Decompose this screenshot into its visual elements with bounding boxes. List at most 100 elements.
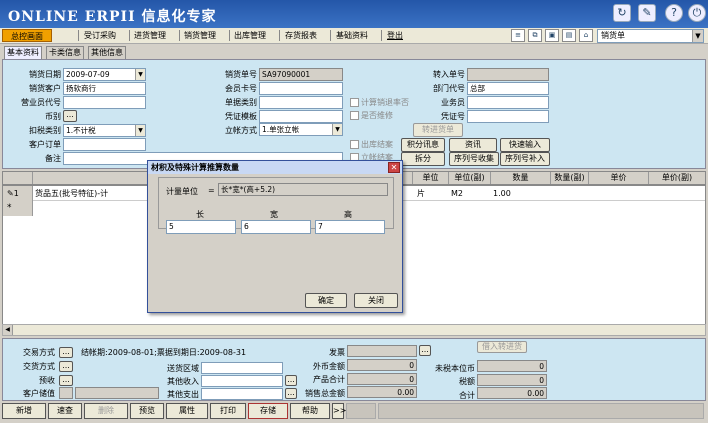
menu-separator bbox=[78, 30, 79, 41]
menu-sales[interactable]: 销货管理 bbox=[184, 29, 216, 42]
account-method-value: 1.单张立帐 bbox=[262, 125, 300, 134]
dialog-close-button[interactable]: 关闭 bbox=[354, 293, 398, 308]
menu-basic-data[interactable]: 基础资料 bbox=[336, 29, 368, 42]
menu-inventory-report[interactable]: 存货报表 bbox=[285, 29, 317, 42]
new-button[interactable]: 新增 bbox=[2, 403, 46, 419]
serial-add-button[interactable]: 序列号补入 bbox=[500, 152, 550, 166]
outbound-end-checkbox[interactable] bbox=[350, 140, 359, 149]
dept-field[interactable]: 总部 bbox=[467, 82, 549, 95]
power-icon[interactable]: ⏻ bbox=[688, 4, 706, 22]
serial-collect-button[interactable]: 序列号收集 bbox=[449, 152, 499, 166]
voucher-template-field[interactable] bbox=[259, 110, 343, 123]
home-icon[interactable]: ⌂ bbox=[579, 29, 593, 42]
tax-type-select[interactable]: 1.不计税 ▼ bbox=[63, 124, 146, 137]
col-unit2[interactable]: 单位(副) bbox=[449, 172, 491, 184]
chevron-down-icon[interactable]: ▼ bbox=[332, 124, 342, 135]
tab-other[interactable]: 其他信息 bbox=[88, 46, 126, 59]
save-button[interactable]: 存储 bbox=[248, 403, 288, 419]
col-price[interactable]: 单价 bbox=[589, 172, 649, 184]
region-field[interactable] bbox=[201, 362, 283, 374]
document-icon[interactable]: ▤ bbox=[562, 29, 576, 42]
voucher-no-field[interactable] bbox=[467, 110, 549, 123]
dialog-title: 材积及特殊计算推算数量 bbox=[148, 161, 402, 174]
other-income-label: 其他收入 bbox=[167, 377, 199, 386]
close-icon[interactable]: ✕ bbox=[388, 162, 400, 173]
staff-field[interactable] bbox=[467, 96, 549, 109]
refresh-icon[interactable]: ↻ bbox=[613, 4, 631, 22]
window-icon[interactable]: ▣ bbox=[545, 29, 559, 42]
other-expense-picker[interactable]: ... bbox=[285, 388, 297, 399]
split-button[interactable]: 拆分 bbox=[401, 152, 445, 166]
delivery-picker-button[interactable]: ... bbox=[59, 361, 73, 372]
fc-amount-label: 外币金额 bbox=[313, 362, 345, 371]
refund-rate-checkbox[interactable] bbox=[350, 98, 359, 107]
transfer-in-button[interactable]: 转进货单 bbox=[413, 123, 463, 137]
col-unit[interactable]: 单位 bbox=[413, 172, 449, 184]
quick-search-button[interactable]: 速查 bbox=[48, 403, 82, 419]
menu-orders[interactable]: 受订采购 bbox=[84, 29, 116, 42]
col-qty[interactable]: 数量 bbox=[491, 172, 551, 184]
tab-basic[interactable]: 基本资料 bbox=[4, 46, 42, 60]
cell-product[interactable]: 货品五(批号特征)-计 bbox=[35, 186, 108, 201]
more-button[interactable]: >> bbox=[332, 403, 346, 419]
cell-unit2[interactable]: M2 bbox=[451, 186, 463, 201]
width-input[interactable]: 6 bbox=[241, 220, 311, 234]
length-input[interactable]: 5 bbox=[166, 220, 236, 234]
salesperson-field[interactable] bbox=[63, 96, 146, 109]
cell-unit[interactable]: 片 bbox=[417, 186, 425, 201]
copy-icon[interactable]: ⧉ bbox=[528, 29, 542, 42]
delete-button[interactable]: 删除 bbox=[84, 403, 128, 419]
account-method-select[interactable]: 1.单张立帐 ▼ bbox=[259, 123, 343, 136]
balance-field bbox=[75, 387, 159, 399]
menu-dashboard[interactable]: 总控画面 bbox=[2, 29, 52, 42]
trade-picker-button[interactable]: ... bbox=[59, 347, 73, 358]
other-income-field[interactable] bbox=[201, 375, 283, 387]
height-label: 高 bbox=[344, 210, 352, 219]
currency-label: 币别 bbox=[45, 112, 61, 121]
chevron-down-icon[interactable]: ▼ bbox=[692, 30, 703, 42]
tab-card[interactable]: 卡类信息 bbox=[46, 46, 84, 59]
quick-input-button[interactable]: 快速输入 bbox=[500, 138, 550, 152]
scroll-left-icon[interactable]: ◀ bbox=[3, 325, 13, 335]
menu-outbound[interactable]: 出库管理 bbox=[234, 29, 266, 42]
sales-no-label: 销货单号 bbox=[225, 70, 257, 79]
title-bar: ONLINE ERPII 信息化专家 ↻ ✎ ? ⏻ bbox=[0, 0, 708, 28]
length-label: 长 bbox=[196, 210, 204, 219]
menu-purchase[interactable]: 进货管理 bbox=[134, 29, 166, 42]
menu-logout[interactable]: 登出 bbox=[387, 29, 403, 42]
module-select[interactable]: 销货单 ▼ bbox=[597, 29, 704, 43]
horizontal-scrollbar[interactable]: ◀ bbox=[2, 324, 706, 336]
list-icon[interactable]: ≡ bbox=[511, 29, 525, 42]
date-field[interactable]: 2009-07-09 ▼ bbox=[63, 68, 146, 81]
customer-field[interactable]: 扬软商行 bbox=[63, 82, 146, 95]
other-expense-field[interactable] bbox=[201, 388, 283, 400]
edit-icon[interactable]: ✎ bbox=[638, 4, 656, 22]
member-card-field[interactable] bbox=[259, 82, 343, 95]
invoice-picker[interactable]: ... bbox=[419, 345, 431, 356]
info-button[interactable]: 资讯 bbox=[449, 138, 497, 152]
borrow-transfer-button[interactable]: 借入转进货 bbox=[477, 341, 527, 353]
chevron-down-icon[interactable]: ▼ bbox=[135, 125, 145, 136]
col-qty2[interactable]: 数量(副) bbox=[551, 172, 589, 184]
ok-button[interactable]: 确定 bbox=[305, 293, 347, 308]
doc-category-field[interactable] bbox=[259, 96, 343, 109]
col-price2[interactable]: 单价(副) bbox=[649, 172, 705, 184]
chevron-down-icon[interactable]: ▼ bbox=[135, 69, 145, 80]
new-row-marker[interactable]: * bbox=[3, 201, 33, 216]
sales-total-label: 销售总金额 bbox=[305, 389, 345, 398]
points-info-button[interactable]: 积分讯息 bbox=[401, 138, 445, 152]
help-button[interactable]: 帮助 bbox=[290, 403, 330, 419]
row-marker: ✎1 bbox=[3, 186, 33, 201]
other-income-picker[interactable]: ... bbox=[285, 375, 297, 386]
cell-qty[interactable]: 1.00 bbox=[493, 186, 511, 201]
print-button[interactable]: 打印 bbox=[210, 403, 246, 419]
customer-order-field[interactable] bbox=[63, 138, 146, 151]
height-input[interactable]: 7 bbox=[315, 220, 385, 234]
help-icon[interactable]: ? bbox=[665, 4, 683, 22]
maintain-checkbox[interactable] bbox=[350, 111, 359, 120]
currency-picker-button[interactable]: ... bbox=[63, 110, 77, 122]
deposit-picker-button[interactable]: ... bbox=[59, 375, 73, 386]
balance-label: 客户储值 bbox=[23, 389, 55, 398]
preview-button[interactable]: 预览 bbox=[130, 403, 164, 419]
properties-button[interactable]: 属性 bbox=[166, 403, 208, 419]
